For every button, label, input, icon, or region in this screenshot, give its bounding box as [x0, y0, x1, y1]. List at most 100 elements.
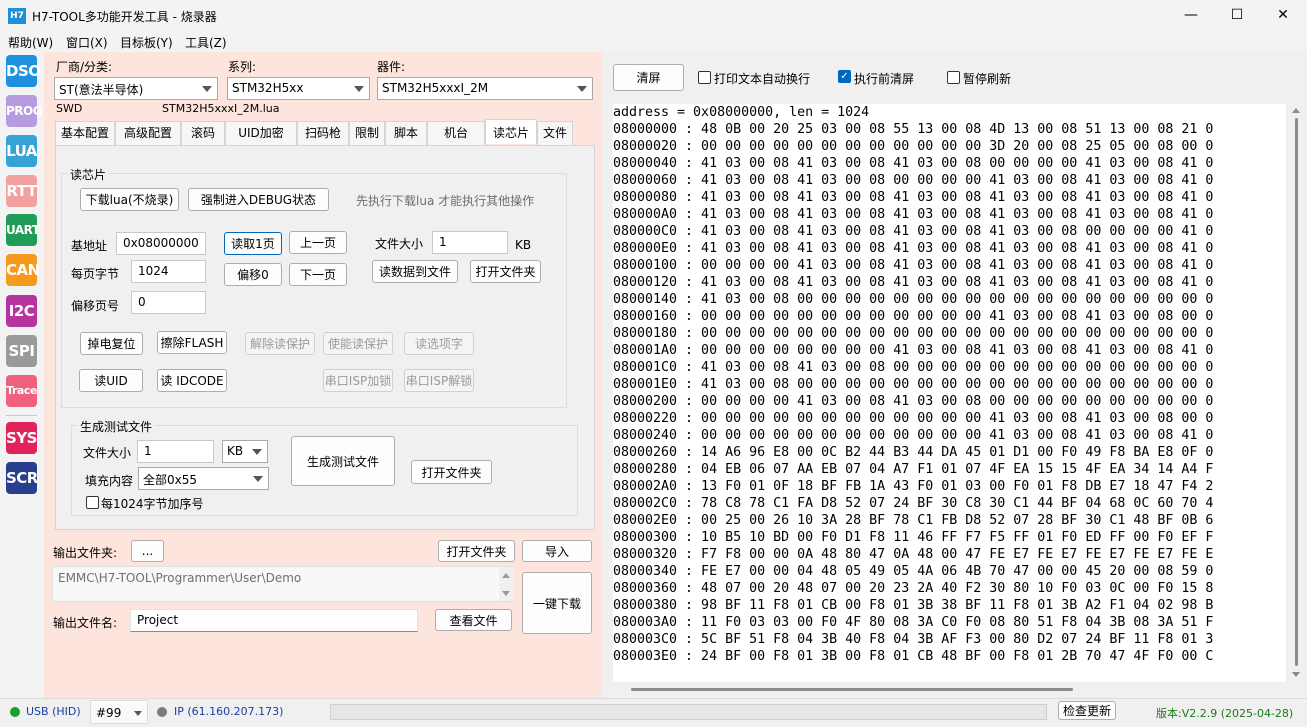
page-bytes-input[interactable]: 1024: [131, 260, 206, 283]
tab-read-chip[interactable]: 读芯片: [485, 119, 537, 144]
erase-flash-button[interactable]: 擦除FLASH: [157, 331, 227, 354]
vendor-select[interactable]: ST(意法半导体): [54, 77, 218, 100]
log-line: 080001E0 : 41 03 00 08 00 00 00 00 00 00…: [613, 377, 1214, 392]
module-i2c-button[interactable]: I2C: [6, 295, 37, 327]
menu-tools[interactable]: 工具(Z): [185, 34, 227, 51]
tab-script[interactable]: 脚本: [385, 121, 427, 145]
log-line: 080003A0 : 11 F0 03 03 00 F0 4F 80 08 3A…: [613, 615, 1214, 630]
clear-before-exec-label: 执行前清屏: [854, 72, 915, 86]
offset-zero-button[interactable]: 偏移0: [224, 263, 282, 286]
log-line: address = 0x08000000, len = 1024: [613, 105, 870, 120]
seq-checkbox[interactable]: [86, 496, 99, 509]
pause-refresh-label: 暂停刷新: [963, 72, 1012, 86]
log-line: 08000280 : 04 EB 06 07 AA EB 07 04 A7 F1…: [613, 462, 1214, 477]
log-line: 080001C0 : 41 03 00 08 41 03 00 08 00 00…: [613, 360, 1214, 375]
power-reset-button[interactable]: 掉电复位: [80, 332, 143, 355]
module-can-button[interactable]: CAN: [6, 254, 40, 286]
log-line: 08000260 : 14 A6 96 E8 00 0C B2 44 B3 44…: [613, 445, 1214, 460]
isp-lock-button[interactable]: 串口ISP加锁: [323, 369, 393, 392]
tab-machine[interactable]: 机台: [427, 121, 485, 145]
progress-bar: [330, 704, 1047, 720]
clear-before-exec-checkbox[interactable]: ✓: [838, 70, 851, 83]
one-key-download-button[interactable]: 一键下载: [522, 572, 592, 634]
log-line: 08000220 : 00 00 00 00 00 00 00 00 00 00…: [613, 411, 1214, 426]
output-filename-input[interactable]: Project: [130, 609, 418, 632]
offset-page-input[interactable]: 0: [131, 291, 206, 314]
open-folder-button[interactable]: 打开文件夹: [470, 260, 541, 283]
tab-basic-config[interactable]: 基本配置: [55, 121, 115, 145]
isp-unlock-button[interactable]: 串口ISP解锁: [404, 369, 474, 392]
module-lua-button[interactable]: LUA: [6, 135, 37, 167]
log-line: 080002E0 : 00 25 00 26 10 3A 28 BF 78 C1…: [613, 513, 1214, 528]
tab-scanner[interactable]: 扫码枪: [297, 121, 349, 145]
generate-test-file-button[interactable]: 生成测试文件: [291, 436, 395, 486]
protect-read-button[interactable]: 使能读保护: [323, 332, 393, 355]
maximize-button[interactable]: ☐: [1214, 0, 1260, 32]
read-to-file-button[interactable]: 读数据到文件: [372, 260, 458, 283]
module-spi-button[interactable]: SPI: [6, 335, 37, 367]
interface-label: SWD: [56, 102, 83, 115]
check-update-button[interactable]: 检查更新: [1058, 701, 1116, 720]
close-icon: ✕: [1277, 7, 1289, 23]
import-button[interactable]: 导入: [522, 540, 592, 562]
scroll-thumb[interactable]: [1295, 118, 1298, 666]
usb-status-icon: [10, 707, 20, 717]
module-dso-button[interactable]: DSO: [6, 55, 41, 87]
view-file-button[interactable]: 查看文件: [435, 609, 512, 631]
output-open-folder-button[interactable]: 打开文件夹: [438, 540, 515, 562]
log-vertical-scrollbar[interactable]: [1288, 104, 1305, 682]
clear-screen-button[interactable]: 清屏: [613, 64, 684, 91]
chevron-down-icon: [252, 449, 262, 455]
module-uart-button[interactable]: UART: [6, 214, 40, 246]
read-idcode-button[interactable]: 读 IDCODE: [157, 369, 227, 392]
read-option-bytes-button[interactable]: 读选项字: [404, 332, 474, 355]
maximize-icon: ☐: [1230, 7, 1244, 23]
log-horizontal-scrollbar[interactable]: [613, 683, 1286, 696]
output-folder-path-box[interactable]: EMMC\H7-TOOL\Programmer\User\Demo: [52, 566, 514, 602]
tab-file[interactable]: 文件: [537, 121, 573, 145]
base-addr-input[interactable]: 0x08000000: [116, 232, 206, 255]
tab-rolling-code[interactable]: 滚码: [181, 121, 225, 145]
menu-help[interactable]: 帮助(W): [8, 34, 53, 51]
menu-window[interactable]: 窗口(X): [66, 34, 108, 51]
module-rtt-button[interactable]: RTT: [6, 175, 37, 207]
unprotect-read-button[interactable]: 解除读保护: [245, 332, 315, 355]
next-page-button[interactable]: 下一页: [289, 263, 347, 286]
gen-unit-select[interactable]: KB: [222, 440, 268, 463]
fill-content-select[interactable]: 全部0x55: [138, 467, 269, 490]
tab-limit[interactable]: 限制: [349, 121, 385, 145]
series-select[interactable]: STM32H5xx: [227, 77, 370, 100]
close-button[interactable]: ✕: [1260, 0, 1306, 32]
force-debug-button[interactable]: 强制进入DEBUG状态: [188, 188, 329, 211]
file-size-input[interactable]: 1: [432, 231, 508, 254]
device-select[interactable]: STM32H5xxxI_2M: [377, 77, 593, 100]
pause-refresh-checkbox[interactable]: [947, 71, 960, 84]
read-uid-button[interactable]: 读UID: [79, 369, 143, 392]
lua-file-label: STM32H5xxxI_2M.lua: [162, 102, 280, 115]
chevron-down-icon: [202, 86, 212, 92]
browse-folder-button[interactable]: ...: [131, 540, 164, 562]
device-number-select[interactable]: #99: [90, 700, 148, 724]
gen-size-input[interactable]: 1: [137, 440, 214, 463]
tab-advanced-config[interactable]: 高级配置: [115, 121, 181, 145]
menu-target-board[interactable]: 目标板(Y): [120, 34, 173, 51]
log-line: 08000080 : 41 03 00 08 41 03 00 08 41 03…: [613, 190, 1214, 205]
log-line: 080002A0 : 13 F0 01 0F 18 BF FB 1A 43 F0…: [613, 479, 1214, 494]
module-scr-button[interactable]: SCR: [6, 462, 38, 494]
download-lua-button[interactable]: 下载lua(不烧录): [80, 188, 179, 211]
module-prog-button[interactable]: PROG: [6, 95, 43, 127]
minimize-window-button[interactable]: —: [1168, 0, 1214, 32]
module-sys-button[interactable]: SYS: [6, 422, 37, 454]
read-page-button[interactable]: 读取1页: [224, 232, 282, 255]
path-scrollbar[interactable]: [499, 567, 514, 601]
chevron-down-icon: [134, 711, 142, 716]
scroll-up-icon: [1292, 108, 1300, 113]
hscroll-thumb[interactable]: [631, 688, 1073, 691]
module-trace-button[interactable]: Trace: [6, 375, 37, 407]
prev-page-button[interactable]: 上一页: [289, 231, 347, 254]
auto-wrap-checkbox[interactable]: [698, 71, 711, 84]
log-output[interactable]: address = 0x08000000, len = 1024 08000000…: [613, 104, 1286, 682]
gen-open-folder-button[interactable]: 打开文件夹: [411, 460, 492, 484]
log-line: 08000340 : FE E7 00 00 04 48 05 49 05 4A…: [613, 564, 1214, 579]
tab-uid-encrypt[interactable]: UID加密: [225, 121, 297, 145]
